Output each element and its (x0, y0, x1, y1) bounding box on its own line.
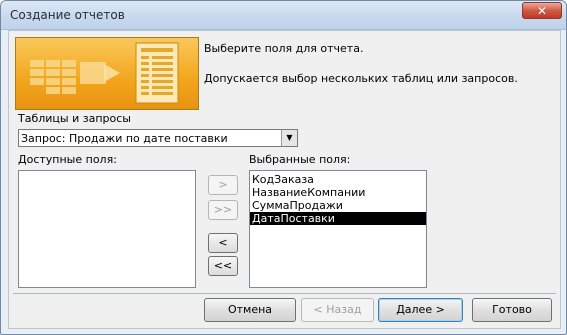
available-fields-list[interactable] (18, 170, 196, 288)
wizard-body: Выберите поля для отчета. Допускается вы… (8, 30, 561, 329)
report-illustration-icon (30, 42, 179, 104)
list-item[interactable]: КодЗаказа (250, 173, 426, 186)
report-wizard-illustration (15, 37, 199, 110)
selected-fields-label: Выбранные поля: (249, 153, 351, 166)
add-field-button[interactable]: > (208, 175, 238, 195)
list-item[interactable]: ДатаПоставки (250, 212, 426, 225)
list-item[interactable]: НазваниеКомпании (250, 186, 426, 199)
instruction-text: Выберите поля для отчета. (204, 42, 364, 55)
next-button[interactable]: Далее > (378, 298, 463, 322)
close-button[interactable]: ✕ (522, 2, 562, 19)
add-all-fields-button[interactable]: >> (208, 200, 238, 220)
dropdown-value: Запрос: Продажи по дате поставки (21, 132, 228, 145)
tables-queries-label: Таблицы и запросы (18, 112, 131, 125)
list-item[interactable]: СуммаПродажи (250, 199, 426, 212)
report-wizard-dialog: Создание отчетов ✕ Выберите поля для отч… (0, 0, 567, 335)
footer-divider (13, 293, 556, 294)
window-title: Создание отчетов (10, 8, 125, 22)
title-bar[interactable]: Создание отчетов ✕ (1, 1, 566, 30)
finish-button[interactable]: Готово (472, 298, 552, 322)
instruction-hint: Допускается выбор нескольких таблиц или … (204, 72, 518, 85)
remove-all-fields-button[interactable]: << (208, 256, 238, 276)
chevron-down-icon[interactable]: ▼ (281, 130, 297, 146)
back-button[interactable]: < Назад (301, 298, 374, 322)
tables-queries-dropdown[interactable]: Запрос: Продажи по дате поставки ▼ (18, 129, 298, 147)
available-fields-label: Доступные поля: (18, 153, 117, 166)
remove-field-button[interactable]: < (208, 233, 238, 253)
selected-fields-list[interactable]: КодЗаказа НазваниеКомпании СуммаПродажи … (249, 170, 427, 288)
cancel-button[interactable]: Отмена (204, 298, 296, 322)
